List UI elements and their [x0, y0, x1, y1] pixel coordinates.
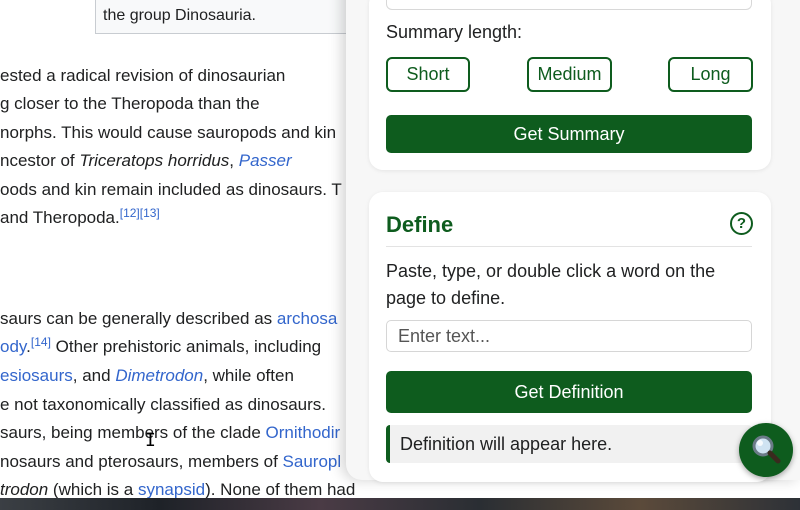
citation-link[interactable]: [12][13]: [120, 206, 160, 220]
link-plesiosaurs[interactable]: esiosaurs: [0, 366, 73, 385]
article-line: nosaurs and pterosaurs, members of Sauro…: [0, 452, 342, 471]
medium-button[interactable]: Medium: [527, 57, 612, 92]
article-line: trodon (which is a synapsid). None of th…: [0, 480, 356, 499]
search-fab-button[interactable]: [739, 423, 793, 477]
link-ornithodira[interactable]: Ornithodir: [266, 423, 341, 442]
desktop-background: [0, 498, 800, 510]
help-icon[interactable]: ?: [730, 212, 753, 235]
get-summary-button[interactable]: Get Summary: [386, 115, 752, 153]
citation-link[interactable]: [14]: [31, 335, 51, 349]
article-line: and Theropoda.[12][13]: [0, 206, 160, 227]
article-line: esiosaurs, and Dimetrodon, while often: [0, 366, 294, 385]
quote-text: the group Dinosauria.: [103, 7, 256, 24]
link-synapsid[interactable]: synapsid: [138, 480, 205, 499]
define-description: Paste, type, or double click a word on t…: [386, 261, 716, 308]
define-text-input[interactable]: [386, 320, 752, 352]
get-definition-button[interactable]: Get Definition: [386, 371, 752, 413]
article-line: saurs, being members of the clade Ornith…: [0, 423, 341, 442]
divider: [386, 246, 752, 247]
summary-input[interactable]: [386, 0, 752, 10]
definition-output: Definition will appear here.: [386, 425, 752, 463]
article-line: saurs can be generally described as arch…: [0, 309, 338, 328]
define-title: Define: [386, 212, 454, 237]
article-line: e not taxonomically classified as dinosa…: [0, 395, 326, 414]
text-cursor-icon: I: [145, 430, 156, 451]
article-line: ested a radical revision of dinosaurian: [0, 66, 286, 85]
link-archosaur[interactable]: archosa: [277, 309, 337, 328]
link-dimetrodon[interactable]: Dimetrodon: [115, 366, 203, 385]
article-line: ncestor of Triceratops horridus, Passer: [0, 151, 292, 170]
summary-length-label: Summary length:: [386, 22, 523, 42]
article-content: the group Dinosauria. ested a radical re…: [0, 0, 390, 510]
article-line: norphs. This would cause sauropods and k…: [0, 123, 337, 142]
article-line: oods and kin remain included as dinosaur…: [0, 180, 342, 199]
article-line: ody.[14] Other prehistoric animals, incl…: [0, 335, 322, 356]
link-sauropsida[interactable]: Sauropl: [283, 452, 342, 471]
search-icon: [752, 435, 781, 464]
article-line: g closer to the Theropoda than the: [0, 94, 260, 113]
long-button[interactable]: Long: [668, 57, 753, 92]
link-body[interactable]: ody: [0, 337, 26, 356]
short-button[interactable]: Short: [386, 57, 470, 92]
link-passer[interactable]: Passer: [239, 151, 292, 170]
